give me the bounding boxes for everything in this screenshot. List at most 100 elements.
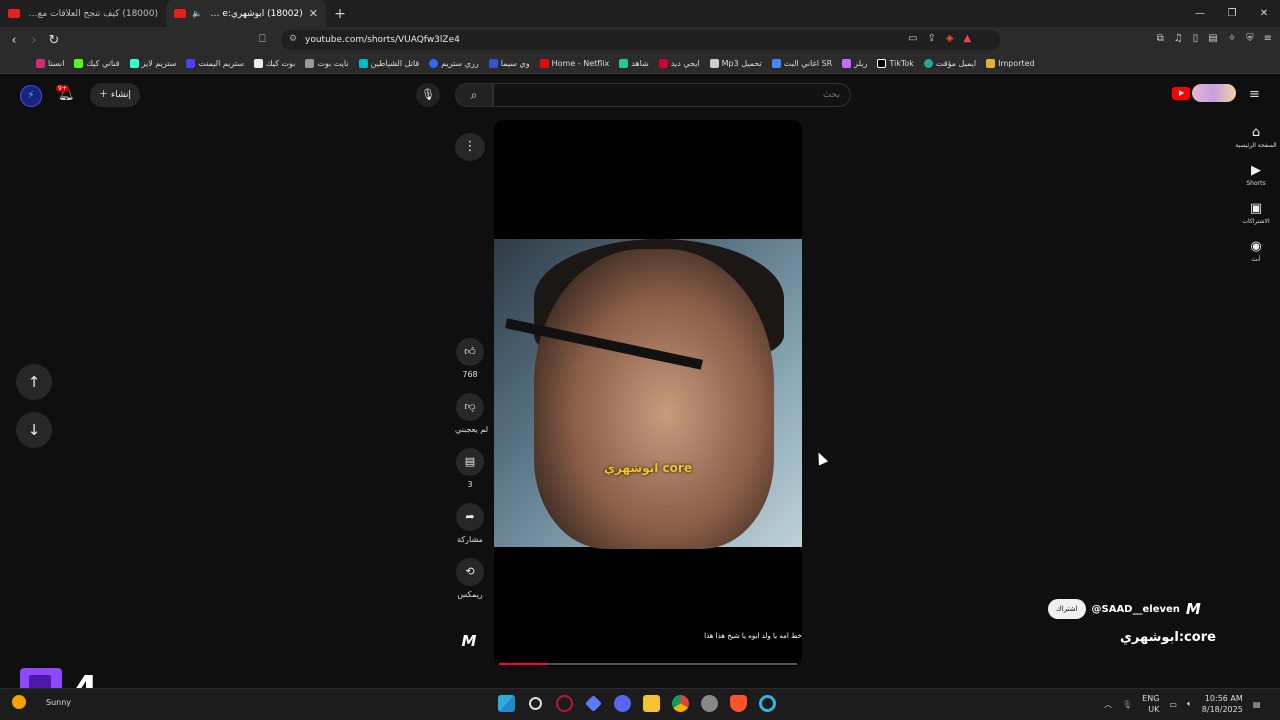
media-icon[interactable]: ♫ — [1174, 33, 1183, 44]
bookmark-item[interactable]: انستا — [36, 58, 64, 68]
more-options-icon[interactable]: ⋮ — [455, 133, 485, 161]
bookmark-item[interactable]: نايت بوت — [305, 58, 349, 68]
weather-widget[interactable]: Sunny — [12, 695, 71, 709]
guide-item-subscriptions[interactable]: ▣ الاشتراكات — [1232, 201, 1280, 225]
volume-icon[interactable]: 🔈︎ — [1187, 699, 1192, 709]
bookmark-favicon-icon — [842, 58, 852, 68]
chrome-icon[interactable] — [672, 695, 689, 712]
short-video-player[interactable]: ابوشهري core خط امه يا ولد ابوه يا شيخ ه… — [494, 120, 802, 666]
bookmark-item[interactable]: ايجي ديد — [658, 58, 700, 68]
forward-icon[interactable]: › — [24, 33, 44, 48]
progress-bar[interactable] — [499, 663, 797, 665]
tiktok-icon — [877, 58, 887, 68]
shield-icon[interactable]: ◈ — [946, 33, 954, 44]
channel-logo[interactable]: M — [1186, 600, 1201, 618]
comment-count: 3 — [467, 480, 473, 489]
cast-icon[interactable]: ▭ — [908, 33, 917, 44]
subscribe-button[interactable]: اشتراك — [1048, 599, 1086, 619]
guide-menu-icon[interactable]: ≡ — [1249, 87, 1260, 102]
dislike-button[interactable]: 👎︎ — [456, 393, 484, 421]
opera-icon[interactable] — [556, 695, 573, 712]
youtube-doodle[interactable] — [1192, 84, 1236, 102]
wallet-icon[interactable]: ▤ — [1208, 33, 1217, 44]
bookmark-favicon-icon — [305, 58, 315, 68]
avatar[interactable]: ⚡ — [20, 85, 42, 107]
guide-item-shorts[interactable]: ▶ Shorts — [1232, 163, 1280, 187]
brave-icon[interactable] — [730, 695, 747, 712]
bookmark-item[interactable]: Home - Netflix — [539, 58, 609, 68]
language-indicator[interactable]: ENG UK — [1142, 693, 1159, 715]
bookmark-folder[interactable]: Imported — [986, 58, 1035, 68]
previous-short-button[interactable]: ↑ — [16, 364, 52, 400]
notification-center-icon[interactable]: ▤ — [1253, 700, 1261, 709]
browser-tab-strip: (18000) كيف تنجح العلاقات مع ياسر الـ...… — [0, 0, 1280, 27]
search-icon[interactable] — [529, 697, 542, 710]
maximize-button[interactable]: ❐ — [1216, 0, 1248, 27]
voice-search-icon[interactable]: 🎙︎ — [416, 83, 440, 107]
next-short-button[interactable]: ↓ — [16, 412, 52, 448]
bookmark-favicon-icon — [923, 58, 933, 68]
network-icon[interactable]: ▭ — [1169, 700, 1177, 709]
app-icon[interactable] — [759, 695, 776, 712]
like-action: 👍︎ 768 — [455, 338, 485, 379]
search-input[interactable]: بحث — [493, 83, 851, 107]
search-icon[interactable]: ⌕ — [455, 83, 493, 107]
bookmark-item[interactable]: قاتل الشياطين — [358, 58, 419, 68]
minimize-button[interactable]: — — [1184, 0, 1216, 27]
video-caption: ابوشهري core — [604, 461, 692, 475]
bookmark-item[interactable]: ستريم لايز — [129, 58, 176, 68]
bookmark-favicon-icon — [129, 58, 139, 68]
bookmark-item[interactable]: شاهد — [619, 58, 649, 68]
bookmark-item[interactable]: رزي ستريم — [429, 58, 479, 68]
bookmark-item[interactable]: Mp3 تحميل — [709, 58, 762, 68]
app-icon[interactable] — [585, 695, 602, 712]
create-button[interactable]: ＋ إنشاء — [90, 83, 140, 107]
site-info-icon[interactable]: ⚙ — [289, 34, 297, 44]
bookmark-item[interactable]: قناتي كيك — [74, 58, 120, 68]
bookmark-item[interactable]: ريلز — [842, 58, 867, 68]
close-tab-icon[interactable]: ✕ — [309, 7, 318, 20]
rewards-icon[interactable]: ▲ — [964, 33, 972, 44]
sidebar-icon[interactable]: ▯ — [1193, 33, 1199, 44]
menu-icon[interactable]: ≡ — [1264, 33, 1272, 44]
leo-icon[interactable]: ✧ — [1228, 33, 1236, 44]
reload-icon[interactable]: ↻ — [44, 33, 64, 48]
bookmark-item[interactable]: اغاني البث SR — [771, 58, 832, 68]
close-window-button[interactable]: ✕ — [1248, 0, 1280, 27]
comments-button[interactable]: ▤ — [456, 448, 484, 476]
browser-tab-active[interactable]: 🔈 (18002) ابوشهري:YouTube - e ✕ — [166, 0, 326, 27]
screenshot-icon[interactable]: ⧉ — [1157, 33, 1164, 44]
bookmark-favicon-icon — [488, 58, 498, 68]
discord-icon[interactable] — [614, 695, 631, 712]
back-icon[interactable]: ‹ — [4, 33, 24, 48]
bookmark-item[interactable]: ستريم اليمنت — [186, 58, 244, 68]
share-button[interactable]: ➦ — [456, 503, 484, 531]
channel-avatar[interactable]: M — [457, 632, 481, 656]
file-explorer-icon[interactable] — [643, 695, 660, 712]
address-bar[interactable]: ⚙ youtube.com/shorts/VUAQfw3lZe4 — [281, 30, 1000, 50]
folder-icon — [986, 58, 996, 68]
bookmark-item[interactable]: ايميل مؤقت — [923, 58, 976, 68]
youtube-logo[interactable] — [1172, 87, 1190, 100]
tab-title: (18002) ابوشهري:YouTube - e — [207, 8, 303, 19]
start-icon[interactable] — [498, 695, 515, 712]
bookmark-item[interactable]: بوت كيك — [253, 58, 295, 68]
vpn-icon[interactable]: ⛨ — [1246, 33, 1254, 44]
browser-tab[interactable]: (18000) كيف تنجح العلاقات مع ياسر الـ... — [0, 0, 166, 27]
remix-button[interactable]: ⟲ — [456, 558, 484, 586]
chevron-up-icon[interactable]: ︿ — [1104, 699, 1112, 710]
share-label: مشاركة — [457, 535, 483, 544]
mic-icon[interactable]: 🎙︎ — [1122, 700, 1132, 709]
audio-icon[interactable]: 🔈 — [192, 9, 202, 18]
bookmark-item[interactable]: TikTok — [877, 58, 914, 68]
share-icon[interactable]: ⇪ — [927, 33, 935, 44]
guide-item-home[interactable]: ⌂ الصفحة الرئيسية — [1232, 125, 1280, 149]
clock[interactable]: 10:56 AM 8/18/2025 — [1202, 693, 1243, 715]
channel-handle[interactable]: @SAAD__eleven — [1092, 604, 1180, 615]
guide-item-you[interactable]: ◉ أنت — [1232, 239, 1280, 263]
new-tab-button[interactable]: + — [326, 6, 354, 22]
obs-icon[interactable] — [701, 695, 718, 712]
bookmark-icon[interactable]: ⎕ — [259, 32, 266, 46]
bookmark-item[interactable]: وي سيما — [488, 58, 530, 68]
like-button[interactable]: 👍︎ — [456, 338, 484, 366]
